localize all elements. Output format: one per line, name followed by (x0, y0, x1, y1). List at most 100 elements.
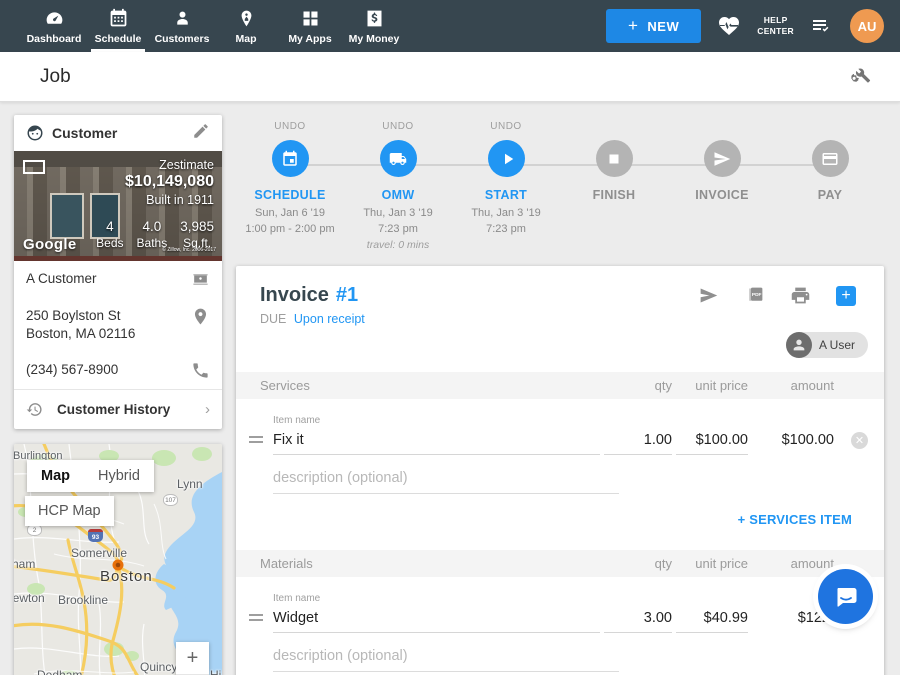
timeline-step-schedule: UNDO SCHEDULE Sun, Jan 6 '19 1:00 pm - 2… (236, 121, 344, 253)
step-label[interactable]: OMW (382, 188, 415, 202)
start-step-button[interactable] (488, 140, 525, 177)
undo-omw-link[interactable]: UNDO (382, 121, 413, 134)
material-unit-price-input[interactable] (676, 610, 748, 633)
zillow-copyright: © Zillow, Inc. 2006-2017 (162, 247, 216, 253)
job-settings-button[interactable] (850, 63, 872, 90)
invoice-step-button[interactable] (704, 140, 741, 177)
tasks-button[interactable] (810, 14, 834, 38)
map-town-label: Brookline (58, 593, 108, 607)
customer-address-row: 250 Boylston St Boston, MA 02116 (14, 298, 222, 352)
nav-label: My Apps (288, 33, 331, 45)
chat-messenger-button[interactable] (818, 569, 873, 624)
print-icon[interactable] (790, 285, 811, 306)
travel-time: travel: 0 mins (363, 238, 432, 253)
schedule-step-button[interactable] (272, 140, 309, 177)
nav-item-map[interactable]: Map (214, 0, 278, 52)
add-invoice-button[interactable]: + (836, 286, 856, 306)
nav-items: Dashboard Schedule Customers Map My Apps… (22, 0, 406, 52)
amount-column-header: amount (748, 556, 834, 571)
assigned-user-pill[interactable]: A User (786, 332, 868, 358)
edit-customer-button[interactable] (192, 122, 210, 145)
nav-item-dashboard[interactable]: Dashboard (22, 0, 86, 52)
service-name-input[interactable] (273, 432, 600, 455)
add-services-item-link[interactable]: + SERVICES ITEM (738, 512, 852, 527)
map-town-label: Lynn (177, 477, 203, 491)
nav-item-schedule[interactable]: Schedule (86, 0, 150, 52)
item-name-label: Item name (273, 415, 600, 426)
nav-label: Customers (155, 33, 210, 45)
map-city-label: Boston (100, 568, 153, 585)
invoice-number-link[interactable]: #1 (336, 284, 358, 307)
top-nav: Dashboard Schedule Customers Map My Apps… (0, 0, 900, 52)
chat-bubble-icon (832, 583, 860, 611)
material-qty-input[interactable] (604, 610, 672, 633)
drag-handle[interactable] (249, 611, 273, 633)
pay-step-button[interactable] (812, 140, 849, 177)
location-pin-icon[interactable] (191, 307, 210, 326)
step-label[interactable]: SCHEDULE (254, 188, 325, 202)
customer-phone: (234) 567-8900 (26, 361, 191, 379)
map-type-hybrid-button[interactable]: Hybrid (84, 460, 154, 492)
beds-label: Beds (96, 236, 123, 250)
help-center-link[interactable]: HELP CENTER (757, 15, 794, 36)
plus-icon: + (628, 16, 638, 36)
service-description-row (236, 455, 884, 494)
material-item-row: Item name $122. (236, 577, 884, 633)
pdf-icon[interactable]: PDF (744, 285, 765, 306)
assigned-user-name: A User (819, 338, 855, 352)
timeline-step-invoice: INVOICE (668, 121, 776, 253)
timeline-step-pay: PAY (776, 121, 884, 253)
contact-card-icon[interactable] (191, 270, 210, 289)
undo-start-link[interactable]: UNDO (490, 121, 521, 134)
photo-awning (14, 256, 222, 261)
service-unit-price-input[interactable] (676, 432, 748, 455)
customer-history-row[interactable]: Customer History › (14, 389, 222, 429)
street-view-toggle-icon[interactable] (23, 160, 45, 174)
service-qty-input[interactable] (604, 432, 672, 455)
material-description-input[interactable] (273, 648, 619, 672)
nav-item-customers[interactable]: Customers (150, 0, 214, 52)
nav-label: Dashboard (27, 33, 82, 45)
new-button[interactable]: + NEW (606, 9, 701, 43)
beds-value: 4 (96, 219, 123, 234)
remove-item-button[interactable]: ✕ (851, 432, 868, 449)
undo-schedule-link[interactable]: UNDO (274, 121, 305, 134)
content-area: Customer Zestimate $10,149,080 Built in … (0, 102, 900, 675)
nav-item-my-apps[interactable]: My Apps (278, 0, 342, 52)
credit-card-icon (821, 150, 839, 168)
drag-handle[interactable] (249, 433, 273, 455)
step-label[interactable]: START (485, 188, 527, 202)
map-type-map-button[interactable]: Map (27, 460, 84, 492)
heart-pulse-icon (717, 14, 741, 38)
truck-icon (389, 150, 407, 168)
address-line2: Boston, MA 02116 (26, 325, 191, 343)
customer-card-header: Customer (14, 115, 222, 151)
services-section-header: Services qty unit price amount (236, 372, 884, 399)
due-value-link[interactable]: Upon receipt (294, 312, 365, 326)
phone-icon[interactable] (191, 361, 210, 380)
user-avatar[interactable]: AU (850, 9, 884, 43)
nav-right: + NEW HELP CENTER AU (606, 0, 900, 52)
step-time: 1:00 pm - 2:00 pm (245, 222, 334, 238)
timeline-step-omw: UNDO OMW Thu, Jan 3 '19 7:23 pm travel: … (344, 121, 452, 253)
map-zoom-in-button[interactable]: + (176, 642, 209, 674)
nav-item-my-money[interactable]: My Money (342, 0, 406, 52)
health-heart-button[interactable] (717, 14, 741, 38)
customer-history-label: Customer History (57, 402, 205, 417)
job-workflow-timeline: UNDO SCHEDULE Sun, Jan 6 '19 1:00 pm - 2… (236, 115, 884, 263)
user-avatar-icon (786, 332, 812, 358)
help-line2: CENTER (757, 26, 794, 37)
map-town-label: Newton (14, 591, 45, 605)
nav-label: Schedule (95, 33, 142, 45)
material-name-input[interactable] (273, 610, 600, 633)
customer-face-icon (26, 124, 44, 142)
service-description-input[interactable] (273, 470, 619, 494)
history-icon (26, 401, 43, 418)
omw-step-button[interactable] (380, 140, 417, 177)
send-invoice-icon[interactable] (698, 285, 719, 306)
finish-step-button[interactable] (596, 140, 633, 177)
chevron-right-icon: › (205, 401, 210, 418)
play-icon (499, 150, 517, 168)
hcp-map-button[interactable]: HCP Map (25, 496, 114, 526)
step-date: Sun, Jan 6 '19 (245, 206, 334, 222)
